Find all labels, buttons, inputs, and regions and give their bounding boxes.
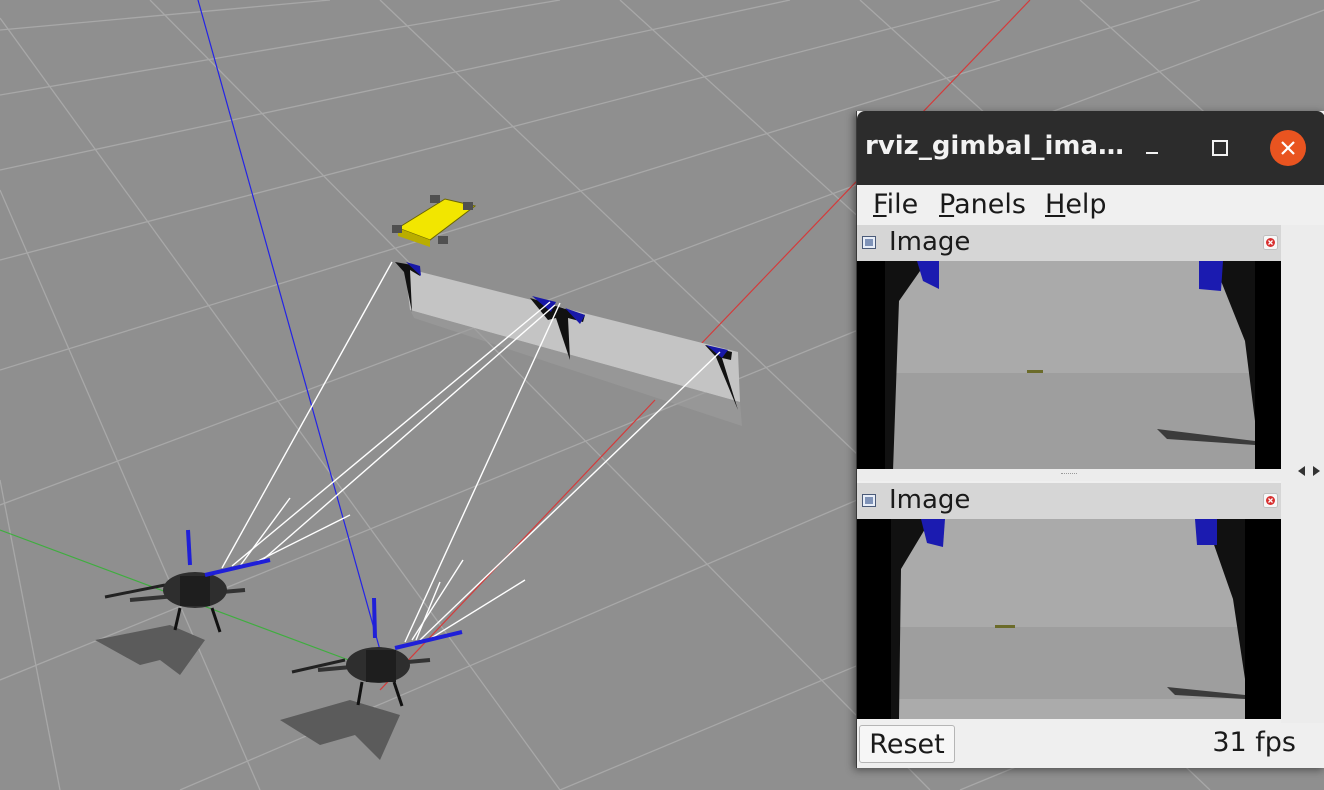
close-button[interactable] [1269, 129, 1307, 167]
maximize-button[interactable] [1201, 129, 1239, 167]
maximize-icon [1212, 140, 1228, 156]
title-bar[interactable]: rviz_gimbal_ima… [857, 111, 1324, 185]
splitter-grip [1061, 473, 1077, 478]
image-icon [862, 236, 876, 249]
image-icon [862, 494, 876, 507]
image-view[interactable] [857, 519, 1281, 719]
panel-title: Image [889, 485, 971, 515]
panel-title: Image [889, 227, 971, 257]
panel-header[interactable]: Image [857, 225, 1281, 261]
rviz-window: rviz_gimbal_ima… File Panels Help Image … [856, 111, 1324, 768]
menu-help[interactable]: Help [1045, 189, 1107, 220]
collapse-arrows-icon[interactable] [1297, 464, 1321, 478]
close-icon [1270, 130, 1306, 166]
reset-button[interactable]: Reset [859, 725, 955, 763]
minimize-icon [1146, 152, 1158, 154]
menu-panels[interactable]: Panels [939, 189, 1026, 220]
menu-bar: File Panels Help [857, 185, 1324, 226]
menu-file[interactable]: File [873, 189, 918, 220]
panel-close-icon[interactable] [1263, 493, 1278, 508]
fps-label: 31 fps [1212, 727, 1296, 758]
minimize-button[interactable] [1133, 129, 1171, 167]
window-title: rviz_gimbal_ima… [865, 131, 1125, 161]
panel-header[interactable]: Image [857, 483, 1281, 519]
panel-close-icon[interactable] [1263, 235, 1278, 250]
status-bar: Reset 31 fps [857, 723, 1324, 768]
image-view[interactable] [857, 261, 1281, 469]
panel-splitter[interactable] [857, 469, 1281, 481]
